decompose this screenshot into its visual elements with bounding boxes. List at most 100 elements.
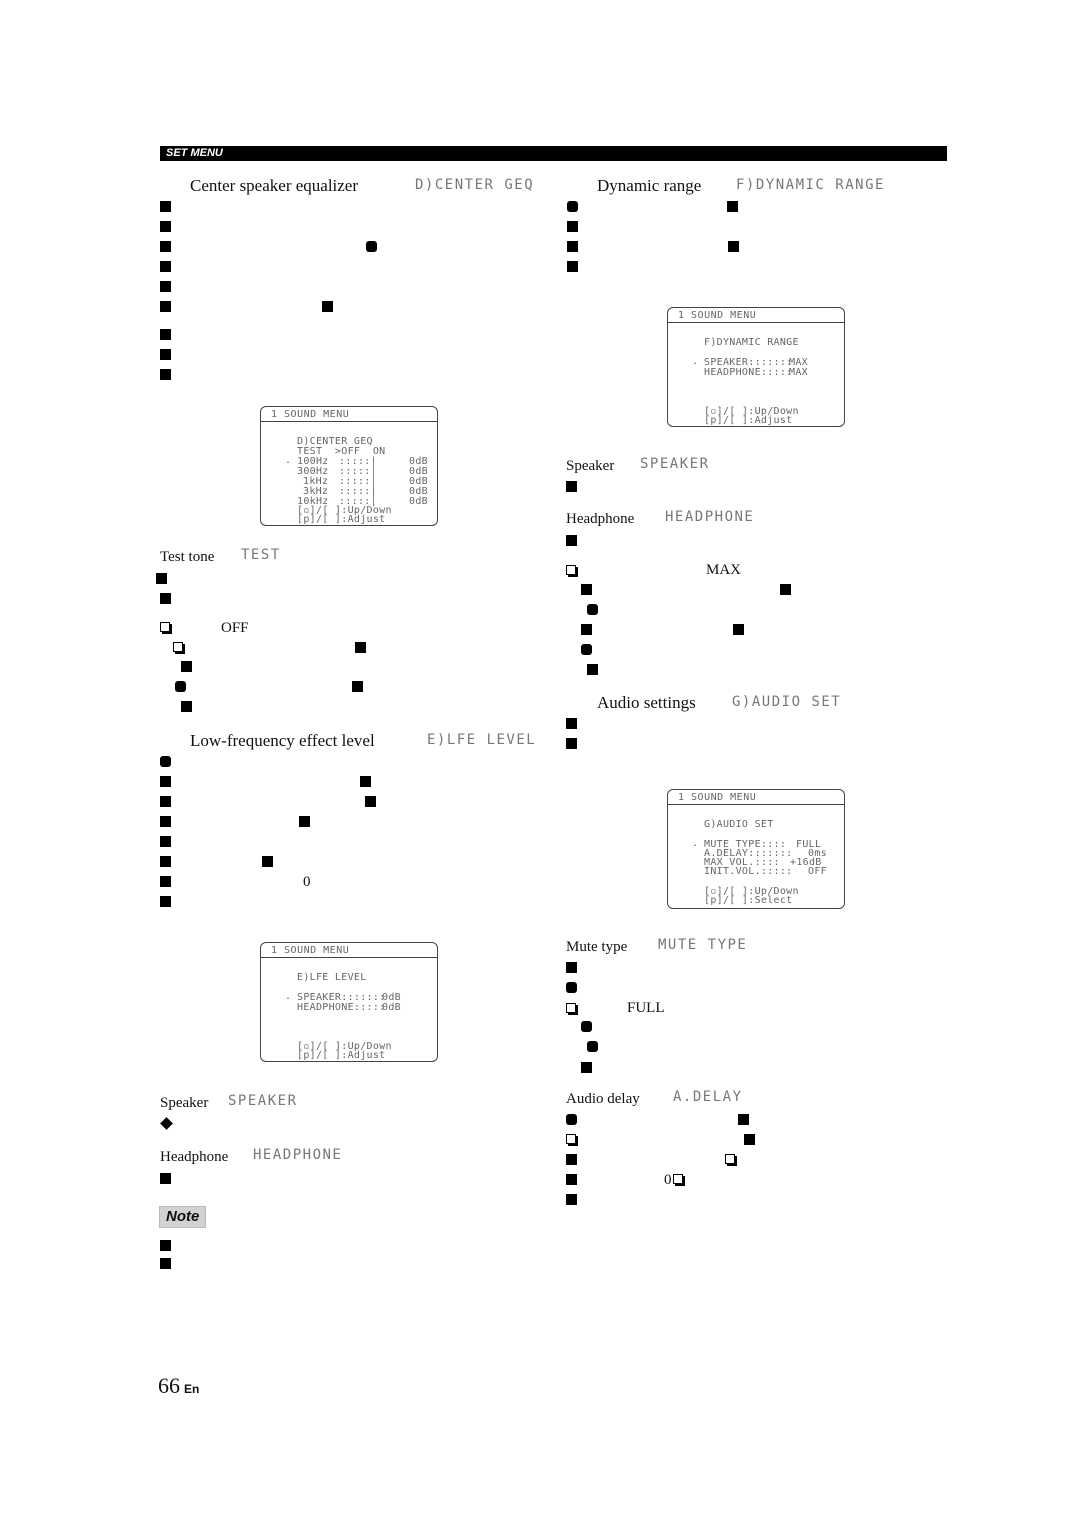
bullet-icon <box>160 816 171 827</box>
section-header-label: SET MENU <box>166 147 223 159</box>
bullet-icon <box>160 221 171 232</box>
bullet-icon <box>581 624 592 635</box>
osd-cursor: . <box>285 991 292 1002</box>
bullet-icon <box>160 836 171 847</box>
bullet-icon <box>160 1240 171 1251</box>
bullet-icon <box>175 681 186 692</box>
audio-delay-inline-value: 0 <box>664 1172 672 1188</box>
bullet-icon <box>160 776 171 787</box>
bullet-icon <box>181 661 192 672</box>
page-language: En <box>184 1382 200 1396</box>
center-geq-code: D)CENTER GEQ <box>415 177 535 193</box>
bullet-icon <box>160 796 171 807</box>
lfe-level-title: Low-frequency effect level <box>190 731 375 750</box>
osd-hint-adjust: [p]/[ ]:Adjust <box>297 514 386 525</box>
bullet-icon <box>744 1134 755 1145</box>
osd-menu-title: 1 SOUND MENU <box>668 308 844 323</box>
lfe-speaker-code: SPEAKER <box>228 1093 298 1109</box>
bullet-icon <box>566 535 577 546</box>
osd-band-value: 0dB <box>409 496 428 507</box>
bullet-icon <box>160 896 171 907</box>
bullet-icon <box>581 1062 592 1073</box>
mute-type-title: Mute type <box>566 939 628 955</box>
bullet-icon <box>160 1173 171 1184</box>
bullet-icon <box>160 876 171 887</box>
bullet-icon <box>160 756 171 767</box>
checkbox-icon <box>566 1134 576 1144</box>
bullet-icon <box>160 301 171 312</box>
bullet-icon <box>587 1041 598 1052</box>
checkbox-icon <box>725 1154 735 1164</box>
bullet-icon <box>581 1021 592 1032</box>
bullet-icon <box>355 642 366 653</box>
lfe-headphone-code: HEADPHONE <box>253 1147 343 1163</box>
bullet-icon <box>365 796 376 807</box>
bullet-icon <box>299 816 310 827</box>
bullet-icon <box>727 201 738 212</box>
bullet-icon <box>262 856 273 867</box>
bullet-icon <box>567 201 578 212</box>
osd-row-value: 0dB <box>382 1002 401 1013</box>
osd-heading: E)LFE LEVEL <box>297 972 367 983</box>
checkbox-icon <box>173 642 183 652</box>
bullet-icon <box>160 593 171 604</box>
lfe-speaker-title: Speaker <box>160 1095 209 1111</box>
bullet-icon <box>160 1258 171 1269</box>
bullet-icon <box>566 1194 577 1205</box>
bullet-icon <box>160 201 171 212</box>
osd-row-value: OFF <box>808 866 827 877</box>
bullet-icon <box>566 718 577 729</box>
osd-row-label: HEADPHONE::::: <box>704 367 793 378</box>
osd-menu-title: 1 SOUND MENU <box>668 790 844 805</box>
checkbox-icon <box>566 565 576 575</box>
dr-speaker-code: SPEAKER <box>640 456 710 472</box>
audio-delay-title: Audio delay <box>566 1091 640 1107</box>
test-tone-default-value: OFF <box>221 620 249 636</box>
section-header-bar <box>160 146 947 161</box>
test-tone-code: TEST <box>241 547 281 563</box>
bullet-icon <box>156 573 167 584</box>
osd-screen-center-geq: 1 SOUND MENU D)CENTER GEQ TEST >OFF ON .… <box>260 406 438 526</box>
bullet-icon <box>322 301 333 312</box>
bullet-icon <box>780 584 791 595</box>
checkbox-icon <box>566 1003 576 1013</box>
center-geq-title: Center speaker equalizer <box>190 176 359 195</box>
bullet-icon <box>566 962 577 973</box>
osd-hint-adjust: [p]/[ ]:Adjust <box>297 1050 386 1061</box>
bullet-icon <box>566 1174 577 1185</box>
dr-headphone-default-value: MAX <box>706 562 742 578</box>
bullet-icon <box>366 241 377 252</box>
bullet-icon <box>566 982 577 993</box>
bullet-icon <box>566 1154 577 1165</box>
osd-hint-adjust: [p]/[ ]:Adjust <box>704 415 793 426</box>
bullet-icon <box>160 261 171 272</box>
audio-settings-code: G)AUDIO SET <box>732 694 842 710</box>
dr-headphone-code: HEADPHONE <box>665 509 755 525</box>
bullet-icon <box>160 856 171 867</box>
osd-cursor: . <box>285 455 292 466</box>
osd-row-value: MAX <box>789 367 808 378</box>
osd-heading: G)AUDIO SET <box>704 819 774 830</box>
bullet-icon <box>160 349 171 360</box>
diamond-bullet-icon <box>160 1117 173 1130</box>
dynamic-range-code: F)DYNAMIC RANGE <box>736 177 885 193</box>
bullet-icon <box>581 584 592 595</box>
osd-cursor: . <box>692 838 699 849</box>
checkbox-icon <box>673 1174 683 1184</box>
bullet-icon <box>733 624 744 635</box>
bullet-icon <box>587 664 598 675</box>
bullet-icon <box>160 369 171 380</box>
page-number-block: 66 En <box>158 1374 199 1398</box>
bullet-icon <box>728 241 739 252</box>
bullet-icon <box>566 481 577 492</box>
osd-cursor: . <box>692 356 699 367</box>
bullet-icon <box>566 738 577 749</box>
bullet-icon <box>360 776 371 787</box>
bullet-icon <box>160 329 171 340</box>
mute-type-code: MUTE TYPE <box>658 937 748 953</box>
audio-settings-title: Audio settings <box>597 693 696 712</box>
bullet-icon <box>581 644 592 655</box>
lfe-headphone-title: Headphone <box>160 1149 229 1165</box>
bullet-icon <box>352 681 363 692</box>
dynamic-range-title: Dynamic range <box>597 176 702 195</box>
